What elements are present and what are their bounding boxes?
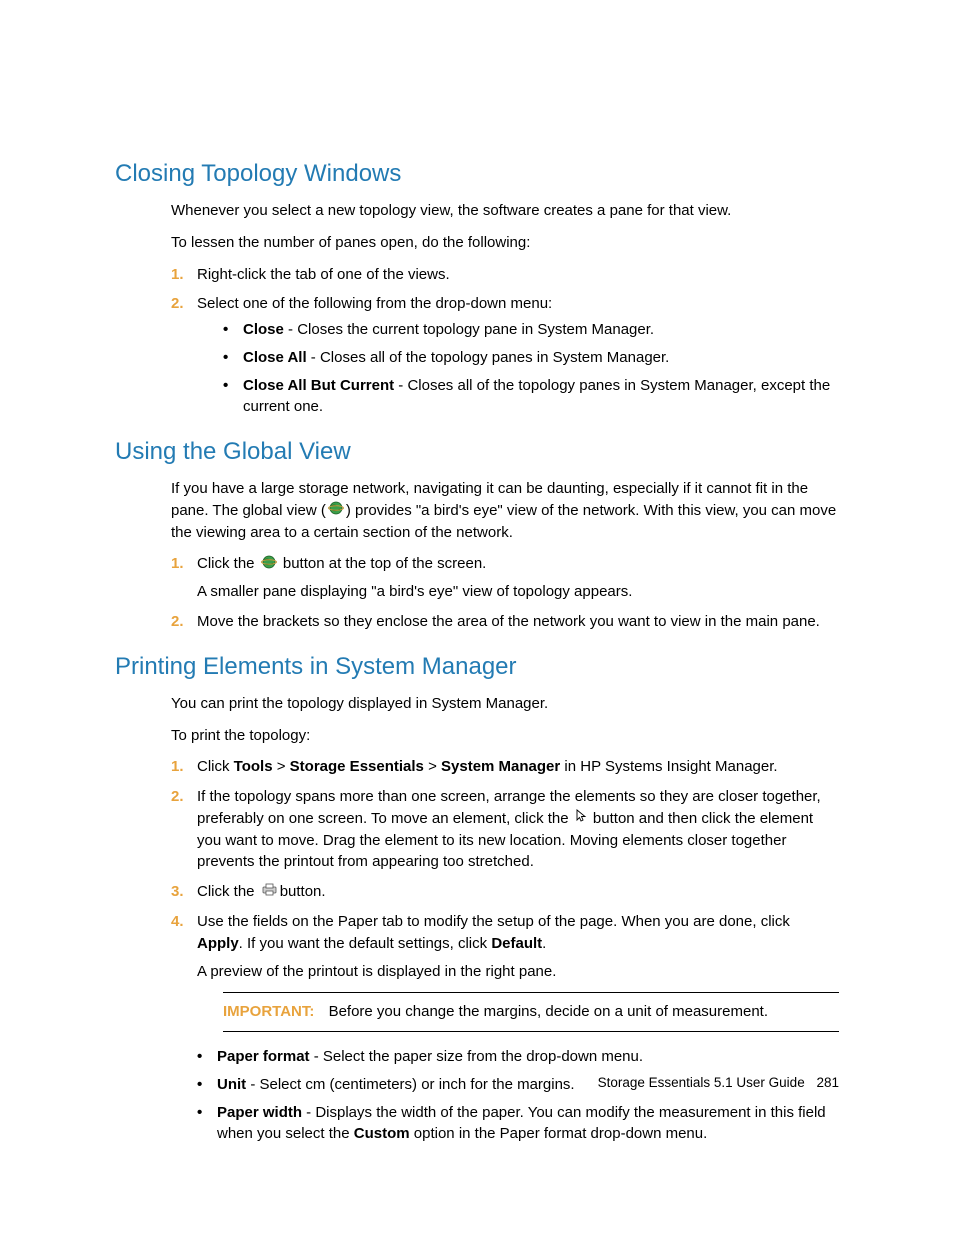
list-item: Paper format - Select the paper size fro… xyxy=(197,1046,839,1068)
separator: > xyxy=(273,758,290,775)
list-item: 2. Select one of the following from the … xyxy=(171,293,839,418)
globe-icon xyxy=(261,554,277,576)
list-item: 4. Use the fields on the Paper tab to mo… xyxy=(171,911,839,1145)
list-marker: 1. xyxy=(171,756,184,778)
list-marker: 2. xyxy=(171,293,184,315)
text: Use the fields on the Paper tab to modif… xyxy=(197,913,790,930)
list-text: Use the fields on the Paper tab to modif… xyxy=(197,911,839,955)
text: . If you want the default settings, clic… xyxy=(239,935,492,952)
important-label: IMPORTANT: xyxy=(223,1003,314,1020)
term: Close All xyxy=(243,349,307,366)
list-item: Paper width - Displays the width of the … xyxy=(197,1102,839,1146)
list-item: 2. If the topology spans more than one s… xyxy=(171,786,839,873)
list-item: 2. Move the brackets so they enclose the… xyxy=(171,611,839,633)
menu-tools: Tools xyxy=(234,758,273,775)
list-item: Close All But Current - Closes all of th… xyxy=(223,375,839,419)
menu-system-manager: System Manager xyxy=(441,758,560,775)
list-item: 3. Click the button. xyxy=(171,881,839,903)
ordered-list: 1. Click the button at the top of the sc… xyxy=(171,553,839,632)
important-callout: IMPORTANT: Before you change the margins… xyxy=(223,992,839,1032)
list-sub-text: A preview of the printout is displayed i… xyxy=(197,961,839,983)
list-marker: 2. xyxy=(171,786,184,808)
term: Close All But Current xyxy=(243,377,394,394)
menu-storage-essentials: Storage Essentials xyxy=(290,758,424,775)
important-text: Before you change the margins, decide on… xyxy=(329,1003,768,1020)
list-text: Select one of the following from the dro… xyxy=(197,295,552,312)
list-marker: 3. xyxy=(171,881,184,903)
heading-global-view: Using the Global View xyxy=(115,438,839,466)
separator: > xyxy=(424,758,441,775)
definition: - Closes all of the topology panes in Sy… xyxy=(307,349,670,366)
list-sub-text: A smaller pane displaying "a bird's eye"… xyxy=(197,581,839,603)
heading-closing-topology: Closing Topology Windows xyxy=(115,160,839,188)
cursor-icon xyxy=(575,808,587,830)
page-footer: Storage Essentials 5.1 User Guide 281 xyxy=(0,1075,954,1090)
paragraph: You can print the topology displayed in … xyxy=(171,693,839,715)
paragraph: If you have a large storage network, nav… xyxy=(171,478,839,543)
heading-printing: Printing Elements in System Manager xyxy=(115,653,839,681)
list-marker: 1. xyxy=(171,264,184,286)
bullet-list: Close - Closes the current topology pane… xyxy=(197,319,839,418)
list-item: 1. Click Tools > Storage Essentials > Sy… xyxy=(171,756,839,778)
list-item: Close - Closes the current topology pane… xyxy=(223,319,839,341)
text: option in the Paper format drop-down men… xyxy=(410,1125,708,1142)
button-apply: Apply xyxy=(197,935,239,952)
text: in HP Systems Insight Manager. xyxy=(560,758,777,775)
term: Paper width xyxy=(217,1104,302,1121)
page-content: Closing Topology Windows Whenever you se… xyxy=(0,0,954,1233)
text: Click the xyxy=(197,883,259,900)
globe-icon xyxy=(328,500,344,522)
page-number: 281 xyxy=(816,1075,839,1090)
option-custom: Custom xyxy=(354,1125,410,1142)
list-item: 1. Click the button at the top of the sc… xyxy=(171,553,839,603)
paragraph: To lessen the number of panes open, do t… xyxy=(171,232,839,254)
text: button at the top of the screen. xyxy=(279,555,487,572)
list-text: Move the brackets so they enclose the ar… xyxy=(197,613,820,630)
section-global-body: If you have a large storage network, nav… xyxy=(171,478,839,633)
list-item: 1. Right-click the tab of one of the vie… xyxy=(171,264,839,286)
text: Click xyxy=(197,758,234,775)
list-marker: 2. xyxy=(171,611,184,633)
text: Click the xyxy=(197,555,259,572)
section-closing-body: Whenever you select a new topology view,… xyxy=(171,200,839,418)
list-item: Close All - Closes all of the topology p… xyxy=(223,347,839,369)
text: . xyxy=(542,935,546,952)
list-text: Click the button at the top of the scree… xyxy=(197,553,839,575)
list-marker: 4. xyxy=(171,911,184,933)
paragraph: Whenever you select a new topology view,… xyxy=(171,200,839,222)
definition: - Closes the current topology pane in Sy… xyxy=(284,321,654,338)
printer-icon xyxy=(261,881,278,903)
paragraph: To print the topology: xyxy=(171,725,839,747)
term: Close xyxy=(243,321,284,338)
button-default: Default xyxy=(491,935,542,952)
term: Paper format xyxy=(217,1048,310,1065)
footer-title: Storage Essentials 5.1 User Guide xyxy=(598,1075,805,1090)
text: button. xyxy=(280,883,326,900)
list-marker: 1. xyxy=(171,553,184,575)
ordered-list: 1. Right-click the tab of one of the vie… xyxy=(171,264,839,419)
bullet-list: Paper format - Select the paper size fro… xyxy=(197,1046,839,1145)
definition: - Select the paper size from the drop-do… xyxy=(310,1048,644,1065)
list-text: Right-click the tab of one of the views. xyxy=(197,266,450,283)
